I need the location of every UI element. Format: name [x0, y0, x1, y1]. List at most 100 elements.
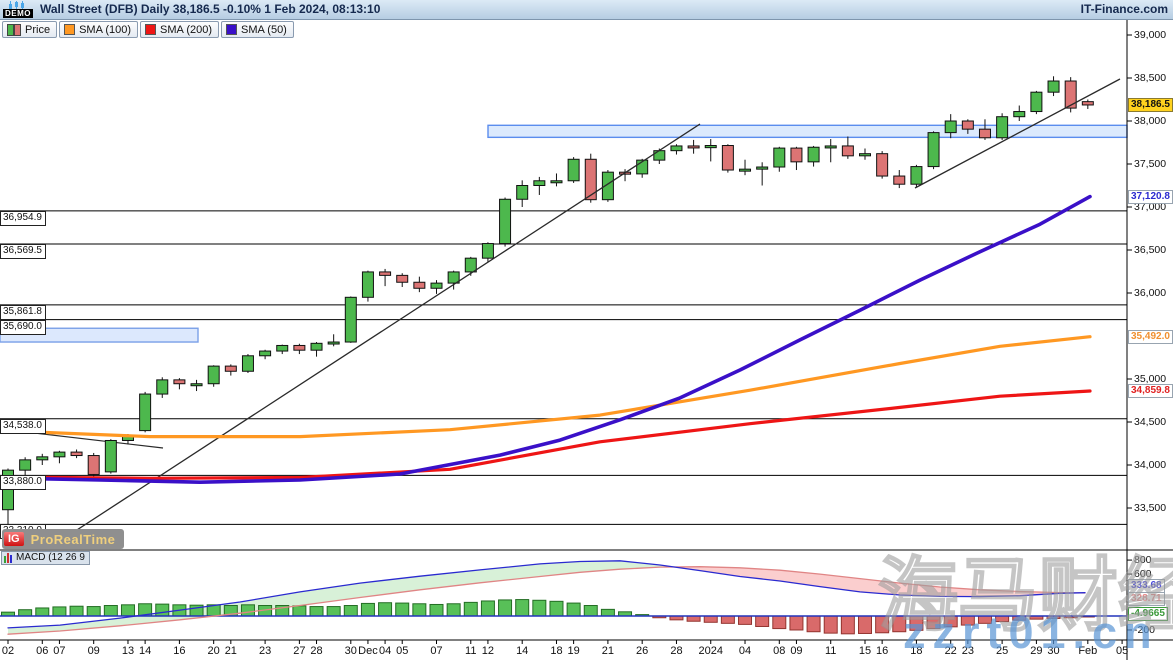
legend-color-chip: [64, 24, 75, 35]
candle: [911, 167, 922, 185]
candle: [825, 146, 836, 148]
candle: [740, 169, 751, 171]
macd-histogram-bar: [499, 600, 512, 616]
macd-indicator-label[interactable]: MACD (12 26 9: [1, 551, 90, 565]
prorealtime-logo[interactable]: IG ProRealTime: [2, 529, 124, 549]
macd-histogram-bar: [824, 616, 837, 633]
macd-histogram-bar: [36, 608, 49, 616]
macd-histogram-bar: [413, 604, 426, 616]
zone-rect: [488, 125, 1127, 137]
title-bar: Wall Street (DFB) Daily 38,186.5 -0.10% …: [0, 0, 1173, 20]
chart-title: Wall Street (DFB) Daily 38,186.5 -0.10% …: [40, 2, 380, 16]
candle: [808, 147, 819, 162]
candle: [174, 380, 185, 384]
candle: [877, 154, 888, 176]
macd-histogram-bar: [379, 603, 392, 616]
candle: [551, 181, 562, 183]
candle: [328, 342, 339, 344]
candle: [311, 343, 322, 350]
candle: [928, 133, 939, 167]
candle: [962, 121, 973, 129]
macd-histogram-bar: [756, 616, 769, 626]
candles-group: [3, 76, 1094, 525]
legend-label: Price: [25, 24, 50, 36]
legend-color-chip: [145, 24, 156, 35]
candle: [1048, 81, 1059, 92]
candle: [705, 146, 716, 148]
legend-label: SMA (200): [160, 24, 212, 36]
demo-badge: DEMO: [3, 9, 33, 18]
macd-histogram-bar: [464, 602, 477, 616]
macd-histogram-bar: [53, 607, 66, 616]
macd-histogram-bar: [481, 601, 494, 616]
macd-shade: [674, 567, 1077, 597]
candle: [71, 452, 82, 455]
prorealtime-label: ProRealTime: [31, 532, 116, 547]
candle: [277, 345, 288, 351]
candle: [568, 159, 579, 181]
legend-tab-price[interactable]: Price: [2, 21, 57, 38]
macd-histogram-bar: [927, 616, 940, 629]
sma200-line: [0, 391, 1090, 478]
macd-histogram-bar: [516, 600, 529, 616]
candle: [20, 460, 31, 470]
macd-histogram-bar: [944, 616, 957, 627]
candle: [688, 146, 699, 148]
candle: [397, 275, 408, 282]
candle: [945, 121, 956, 133]
candle: [517, 186, 528, 200]
macd-histogram-bar: [790, 616, 803, 630]
macd-histogram-bar: [859, 616, 872, 633]
legend-color-chip: [7, 24, 21, 36]
legend-tab-sma-100-[interactable]: SMA (100): [59, 21, 138, 38]
macd-shade: [8, 561, 674, 634]
legend-tab-sma-50-[interactable]: SMA (50): [221, 21, 294, 38]
macd-histogram-bar: [721, 616, 734, 623]
candle: [362, 272, 373, 297]
candle: [894, 176, 905, 184]
candle: [722, 146, 733, 171]
macd-histogram-bar: [241, 605, 254, 616]
candle: [294, 345, 305, 350]
provider-label: IT-Finance.com: [1081, 2, 1168, 16]
macd-histogram-bar: [601, 609, 614, 616]
macd-histogram-bar: [430, 604, 443, 616]
macd-histogram-bar: [361, 603, 374, 616]
candle: [774, 148, 785, 167]
macd-histogram-bar: [533, 600, 546, 616]
candle: [842, 146, 853, 156]
macd-label-text: MACD (12 26 9: [16, 552, 85, 563]
candle: [431, 283, 442, 288]
candle: [140, 394, 151, 431]
macd-histogram-bar: [876, 616, 889, 633]
candle: [242, 356, 253, 371]
candle: [860, 154, 871, 156]
zone-rect: [0, 328, 198, 342]
macd-histogram-bar: [447, 604, 460, 616]
macd-histogram-bar: [807, 616, 820, 632]
candle: [1065, 81, 1076, 108]
macd-histogram-bar: [310, 607, 323, 616]
candle: [260, 351, 271, 356]
candle: [534, 181, 545, 186]
macd-histogram-bar: [70, 606, 83, 616]
candle: [225, 366, 236, 371]
candle: [380, 272, 391, 275]
macd-histogram-bar: [121, 605, 134, 616]
candle: [997, 117, 1008, 138]
candle: [105, 440, 116, 471]
macd-histogram-bar: [19, 610, 32, 616]
candle: [37, 457, 48, 460]
macd-histogram-bar: [773, 616, 786, 629]
candle: [54, 452, 65, 457]
legend-tab-sma-200-[interactable]: SMA (200): [140, 21, 219, 38]
macd-histogram-bar: [104, 606, 117, 616]
macd-histogram-bar: [910, 616, 923, 630]
macd-histogram-bar: [704, 616, 717, 622]
macd-histogram-bar: [996, 616, 1009, 622]
macd-histogram-bar: [739, 616, 752, 624]
macd-signal-line: [8, 567, 1085, 635]
candle: [191, 384, 202, 386]
legend-label: SMA (100): [79, 24, 131, 36]
chart-canvas[interactable]: [0, 0, 1173, 660]
